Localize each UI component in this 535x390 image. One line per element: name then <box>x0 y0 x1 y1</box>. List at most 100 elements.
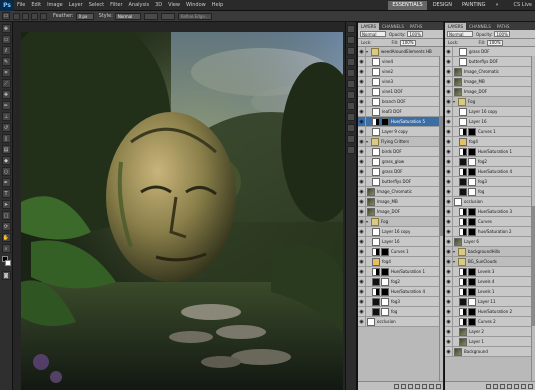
group-expand-icon[interactable]: ▾ <box>453 249 457 254</box>
group-expand-icon[interactable]: ▾ <box>453 259 457 264</box>
visibility-eye-icon[interactable]: ◉ <box>445 226 453 237</box>
layer-row[interactable]: ◉ butterflys DOF <box>445 56 535 67</box>
layer-row[interactable]: ◉ Layer 16 <box>358 236 443 247</box>
eraser-tool-icon[interactable]: ▯ <box>1 134 11 143</box>
layer-row[interactable]: ◉ Image_MB <box>358 196 443 207</box>
visibility-eye-icon[interactable]: ◉ <box>358 66 366 77</box>
layer-row[interactable]: ◉ fog3 <box>445 176 535 187</box>
delete-layer-icon[interactable] <box>436 383 441 389</box>
swatches-panel-icon[interactable] <box>347 58 355 66</box>
visibility-eye-icon[interactable]: ◉ <box>445 86 453 97</box>
delete-layer-icon[interactable] <box>528 383 533 389</box>
workspace-more-button[interactable]: » <box>491 1 502 10</box>
new-adjustment-icon[interactable] <box>415 383 420 389</box>
layer-row[interactable]: ◉ fog2 <box>445 156 535 167</box>
pen-tool-icon[interactable]: ✒ <box>1 178 11 187</box>
history-panel-icon[interactable] <box>347 25 355 33</box>
layer-row[interactable]: ◉ fog4 <box>445 136 535 147</box>
scroll-thumb[interactable] <box>440 116 443 236</box>
background-color-swatch[interactable] <box>5 260 11 266</box>
layer-row[interactable]: ◉ Levels 3 <box>445 266 535 277</box>
menu-filter[interactable]: Filter <box>107 2 125 8</box>
visibility-eye-icon[interactable]: ◉ <box>445 166 453 177</box>
fill-input[interactable]: 100% <box>487 39 504 46</box>
visibility-eye-icon[interactable]: ◉ <box>358 316 366 327</box>
layer-row[interactable]: ◉ Hue/Saturation 3 <box>445 206 535 217</box>
paragraph-panel-icon[interactable] <box>347 146 355 154</box>
menu-image[interactable]: Image <box>44 2 66 8</box>
tab-paths[interactable]: PATHS <box>407 23 426 30</box>
info-panel-icon[interactable] <box>347 124 355 132</box>
layer-mask-thumbnail[interactable] <box>381 297 389 306</box>
layer-row[interactable]: ◉ Hue/Saturation 4 <box>358 286 443 297</box>
visibility-eye-icon[interactable]: ◉ <box>358 56 366 67</box>
visibility-eye-icon[interactable]: ◉ <box>445 56 453 67</box>
new-layer-icon[interactable] <box>521 383 526 389</box>
layer-row[interactable]: ◉ fog4 <box>358 256 443 267</box>
layer-row[interactable]: ◉ grass_glow <box>358 156 443 167</box>
visibility-eye-icon[interactable]: ◉ <box>445 236 453 247</box>
new-selection-icon[interactable] <box>13 12 20 20</box>
width-input[interactable] <box>143 12 158 20</box>
layer-row[interactable]: ◉ Layer 1 <box>445 336 535 347</box>
subtract-selection-icon[interactable] <box>31 12 38 20</box>
type-tool-icon[interactable]: T <box>1 189 11 198</box>
visibility-eye-icon[interactable]: ◉ <box>358 276 366 287</box>
layer-row[interactable]: ◉ Layer 9 copy <box>358 126 443 137</box>
layer-mask-thumbnail[interactable] <box>468 167 476 176</box>
gradient-tool-icon[interactable]: ▤ <box>1 145 11 154</box>
group-expand-icon[interactable]: ▾ <box>366 49 370 54</box>
layer-row[interactable]: ◉ Background <box>445 346 535 357</box>
layer-mask-thumbnail[interactable] <box>381 117 389 126</box>
layer-mask-thumbnail[interactable] <box>468 217 476 226</box>
layer-row[interactable]: ◉ vine2 <box>358 66 443 77</box>
tab-layers[interactable]: LAYERS <box>445 23 467 30</box>
visibility-eye-icon[interactable]: ◉ <box>358 286 366 297</box>
feather-input[interactable]: 0 px <box>75 12 94 20</box>
history-brush-tool-icon[interactable]: ↺ <box>1 123 11 132</box>
group-expand-icon[interactable]: ▾ <box>366 219 370 224</box>
layer-mask-thumbnail[interactable] <box>381 247 389 256</box>
layer-mask-thumbnail[interactable] <box>468 127 476 136</box>
visibility-eye-icon[interactable]: ◉ <box>358 46 366 57</box>
menu-view[interactable]: View <box>165 2 183 8</box>
layer-row[interactable]: ◉ Hue/Saturation 5 <box>358 116 443 127</box>
visibility-eye-icon[interactable]: ◉ <box>358 96 366 107</box>
visibility-eye-icon[interactable]: ◉ <box>358 216 366 227</box>
visibility-eye-icon[interactable]: ◉ <box>445 186 453 197</box>
document-canvas[interactable] <box>21 32 343 390</box>
visibility-eye-icon[interactable]: ◉ <box>358 226 366 237</box>
layer-row[interactable]: ◉ Image_Chromatic <box>358 186 443 197</box>
layer-row[interactable]: ◉ occlusion <box>445 196 535 207</box>
layer-mask-thumbnail[interactable] <box>468 227 476 236</box>
layer-row[interactable]: ◉ fog <box>445 186 535 197</box>
blend-mode-select[interactable]: Normal <box>360 31 386 37</box>
workspace-essentials-button[interactable]: ESSENTIALS <box>388 0 427 10</box>
workspace-design-button[interactable]: DESIGN <box>429 1 456 10</box>
layer-row[interactable]: ◉ Image_Chromatic <box>445 66 535 77</box>
visibility-eye-icon[interactable]: ◉ <box>358 156 366 167</box>
link-layers-icon[interactable] <box>394 383 399 389</box>
visibility-eye-icon[interactable]: ◉ <box>445 276 453 287</box>
layers-scrollbar[interactable] <box>531 56 535 381</box>
layer-mask-thumbnail[interactable] <box>381 267 389 276</box>
layer-mask-thumbnail[interactable] <box>381 287 389 296</box>
color-swatches[interactable] <box>0 256 13 268</box>
layer-mask-thumbnail[interactable] <box>468 267 476 276</box>
layer-row[interactable]: ◉ Layer 6 <box>445 236 535 247</box>
visibility-eye-icon[interactable]: ◉ <box>445 146 453 157</box>
visibility-eye-icon[interactable]: ◉ <box>358 86 366 97</box>
height-input[interactable] <box>160 12 175 20</box>
visibility-eye-icon[interactable]: ◉ <box>445 306 453 317</box>
menu-3d[interactable]: 3D <box>152 2 165 8</box>
visibility-eye-icon[interactable]: ◉ <box>358 146 366 157</box>
layer-row[interactable]: ◉ Layer 16 <box>445 116 535 127</box>
clone-stamp-tool-icon[interactable]: ⊥ <box>1 112 11 121</box>
layer-group-row[interactable]: ◉ ▾ Fog <box>358 216 443 227</box>
style-select[interactable]: Normal <box>114 12 141 20</box>
layer-row[interactable]: ◉ Hue/Saturation 2 <box>445 306 535 317</box>
layer-row[interactable]: ◉ Image_DOF <box>445 86 535 97</box>
character-panel-icon[interactable] <box>347 135 355 143</box>
visibility-eye-icon[interactable]: ◉ <box>445 106 453 117</box>
visibility-eye-icon[interactable]: ◉ <box>445 96 453 107</box>
